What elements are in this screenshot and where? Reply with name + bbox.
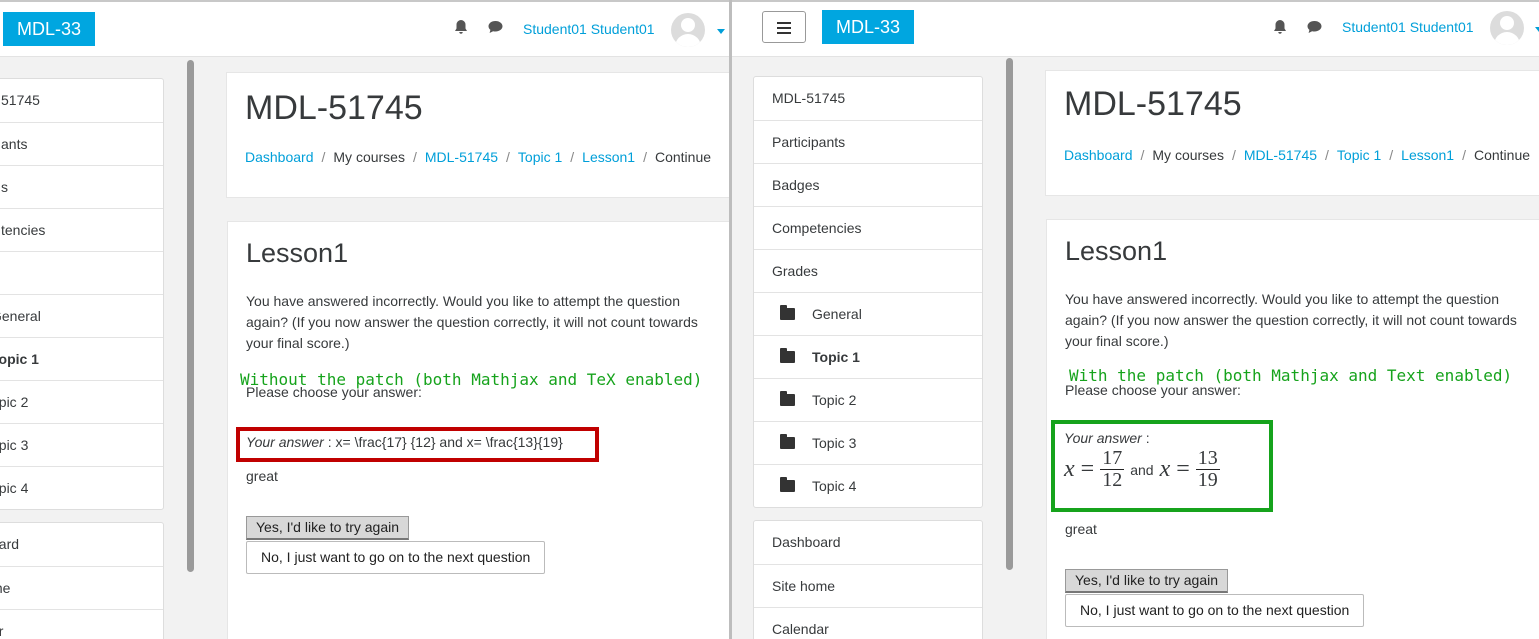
page-header-card: MDL-51745 Dashboard / My courses / MDL-51745… [1045, 70, 1539, 196]
lesson-title: Lesson1 [246, 238, 349, 268]
page-title: MDL-51745 [245, 89, 423, 127]
answer-box-rendered: Your answer : x = 17 12 and x = 13 19 [1051, 420, 1273, 512]
top-navbar: MDL-33 Student01 Student01 [0, 2, 729, 57]
bell-icon[interactable] [1272, 19, 1288, 39]
breadcrumb-dashboard[interactable]: Dashboard [1064, 147, 1133, 163]
answer-prompt: Please choose your answer: [1065, 382, 1241, 398]
next-question-button[interactable]: No, I just want to go on to the next que… [1065, 594, 1365, 627]
drawer-item-topic-4[interactable]: opic 4 [0, 466, 163, 509]
site-brand-link[interactable]: MDL-33 [822, 10, 915, 44]
drawer-scrollbar[interactable] [1006, 58, 1013, 570]
breadcrumb-my-courses: My courses [333, 149, 405, 165]
site-brand-link[interactable]: MDL-33 [3, 12, 96, 46]
breadcrumb-dashboard[interactable]: Dashboard [245, 149, 314, 165]
fraction: 17 12 [1100, 447, 1125, 491]
folder-icon [780, 477, 795, 492]
drawer-item-topic-1[interactable]: Topic 1 [754, 335, 982, 378]
drawer-item-calendar[interactable]: ar [0, 609, 163, 639]
feedback-text: You have answered incorrectly. Would you… [246, 293, 698, 351]
left-screenshot-pane: MDL-33 Student01 Student01 51745 ants s … [0, 0, 729, 639]
nav-drawer-site: Dashboard Site home Calendar [753, 520, 983, 639]
breadcrumb: Dashboard / My courses / MDL-51745/Topic 1/L… [245, 149, 712, 165]
folder-icon [780, 391, 795, 406]
folder-icon [780, 434, 795, 449]
try-again-button[interactable]: Yes, I'd like to try again [246, 516, 410, 540]
answer-label: Your answer [246, 434, 324, 450]
top-navbar: MDL-33 Student01 Student01 [732, 2, 1539, 57]
fraction: 13 19 [1195, 447, 1220, 491]
drawer-item-course[interactable]: 51745 [0, 79, 163, 122]
drawer-item-participants[interactable]: Participants [754, 120, 982, 163]
drawer-item-site-home[interactable]: me [0, 566, 163, 609]
drawer-item-grades[interactable]: Grades [754, 249, 982, 292]
drawer-item-dashboard[interactable]: Dashboard [754, 521, 982, 564]
menu-toggle-button[interactable] [762, 11, 806, 43]
feedback-great: great [1065, 521, 1097, 537]
next-question-button[interactable]: No, I just want to go on to the next que… [246, 541, 546, 574]
drawer-item-badges[interactable]: Badges [754, 163, 982, 206]
caret-down-icon[interactable] [1535, 27, 1539, 32]
drawer-item-general[interactable]: General [0, 294, 163, 337]
drawer-item-dashboard[interactable]: oard [0, 523, 163, 566]
drawer-item-topic-2[interactable]: Topic 2 [754, 378, 982, 421]
drawer-item-badges[interactable]: s [0, 165, 163, 208]
breadcrumb-current: Continue [1473, 147, 1531, 163]
breadcrumb-my-courses: My courses [1152, 147, 1224, 163]
drawer-item-competencies[interactable]: tencies [0, 208, 163, 251]
nav-drawer-site: oard me ar [0, 522, 164, 639]
lesson-title: Lesson1 [1065, 236, 1168, 266]
feedback-text: You have answered incorrectly. Would you… [1065, 291, 1517, 349]
breadcrumb: Dashboard / My courses / MDL-51745/Topic 1/L… [1064, 147, 1531, 163]
drawer-scrollbar[interactable] [187, 60, 194, 572]
message-icon[interactable] [487, 19, 504, 39]
folder-icon [780, 348, 795, 363]
drawer-item-topic-2[interactable]: opic 2 [0, 380, 163, 423]
hamburger-icon [777, 22, 791, 24]
breadcrumb-lesson[interactable]: Lesson1 [582, 149, 635, 165]
feedback-great: great [246, 468, 278, 484]
drawer-item-site-home[interactable]: Site home [754, 564, 982, 607]
drawer-item-topic-1[interactable]: Topic 1 [0, 337, 163, 380]
breadcrumb-current: Continue [654, 149, 712, 165]
nav-drawer-course: 51745 ants s tencies General Topic 1 opi… [0, 78, 164, 510]
user-menu-name[interactable]: Student01 Student01 [523, 21, 655, 37]
rendered-math-answer: x = 17 12 and x = 13 19 [1064, 447, 1220, 491]
drawer-item-general[interactable]: General [754, 292, 982, 335]
drawer-item-course[interactable]: MDL-51745 [754, 77, 982, 120]
user-menu-name[interactable]: Student01 Student01 [1342, 19, 1474, 35]
annotation-label: Without the patch (both Mathjax and TeX … [240, 370, 703, 389]
breadcrumb-topic[interactable]: Topic 1 [1337, 147, 1381, 163]
caret-down-icon[interactable] [717, 29, 725, 34]
folder-icon [780, 305, 795, 320]
breadcrumb-course[interactable]: MDL-51745 [1244, 147, 1317, 163]
drawer-item-topic-4[interactable]: Topic 4 [754, 464, 982, 507]
nav-drawer-course: MDL-51745 Participants Badges Competenci… [753, 76, 983, 508]
drawer-item-topic-3[interactable]: Topic 3 [754, 421, 982, 464]
drawer-item-grades[interactable] [0, 251, 163, 294]
avatar[interactable] [1490, 11, 1524, 45]
breadcrumb-topic[interactable]: Topic 1 [518, 149, 562, 165]
avatar[interactable] [671, 13, 705, 47]
breadcrumb-lesson[interactable]: Lesson1 [1401, 147, 1454, 163]
drawer-item-participants[interactable]: ants [0, 122, 163, 165]
drawer-item-competencies[interactable]: Competencies [754, 206, 982, 249]
breadcrumb-course[interactable]: MDL-51745 [425, 149, 498, 165]
message-icon[interactable] [1306, 19, 1323, 39]
answer-box-raw: Your answer : x= \frac{17} {12} and x= \… [236, 427, 599, 462]
drawer-item-topic-3[interactable]: opic 3 [0, 423, 163, 466]
right-screenshot-pane: MDL-33 Student01 Student01 MDL-51745 Par… [732, 0, 1539, 639]
try-again-button[interactable]: Yes, I'd like to try again [1065, 569, 1229, 593]
raw-tex-answer: : x= \frac{17} {12} and x= \frac{13}{19} [327, 434, 563, 450]
drawer-item-calendar[interactable]: Calendar [754, 607, 982, 639]
bell-icon[interactable] [453, 19, 469, 39]
page-title: MDL-51745 [1064, 85, 1242, 123]
page-header-card: MDL-51745 Dashboard / My courses / MDL-51745… [226, 72, 729, 198]
answer-label: Your answer [1064, 430, 1142, 446]
